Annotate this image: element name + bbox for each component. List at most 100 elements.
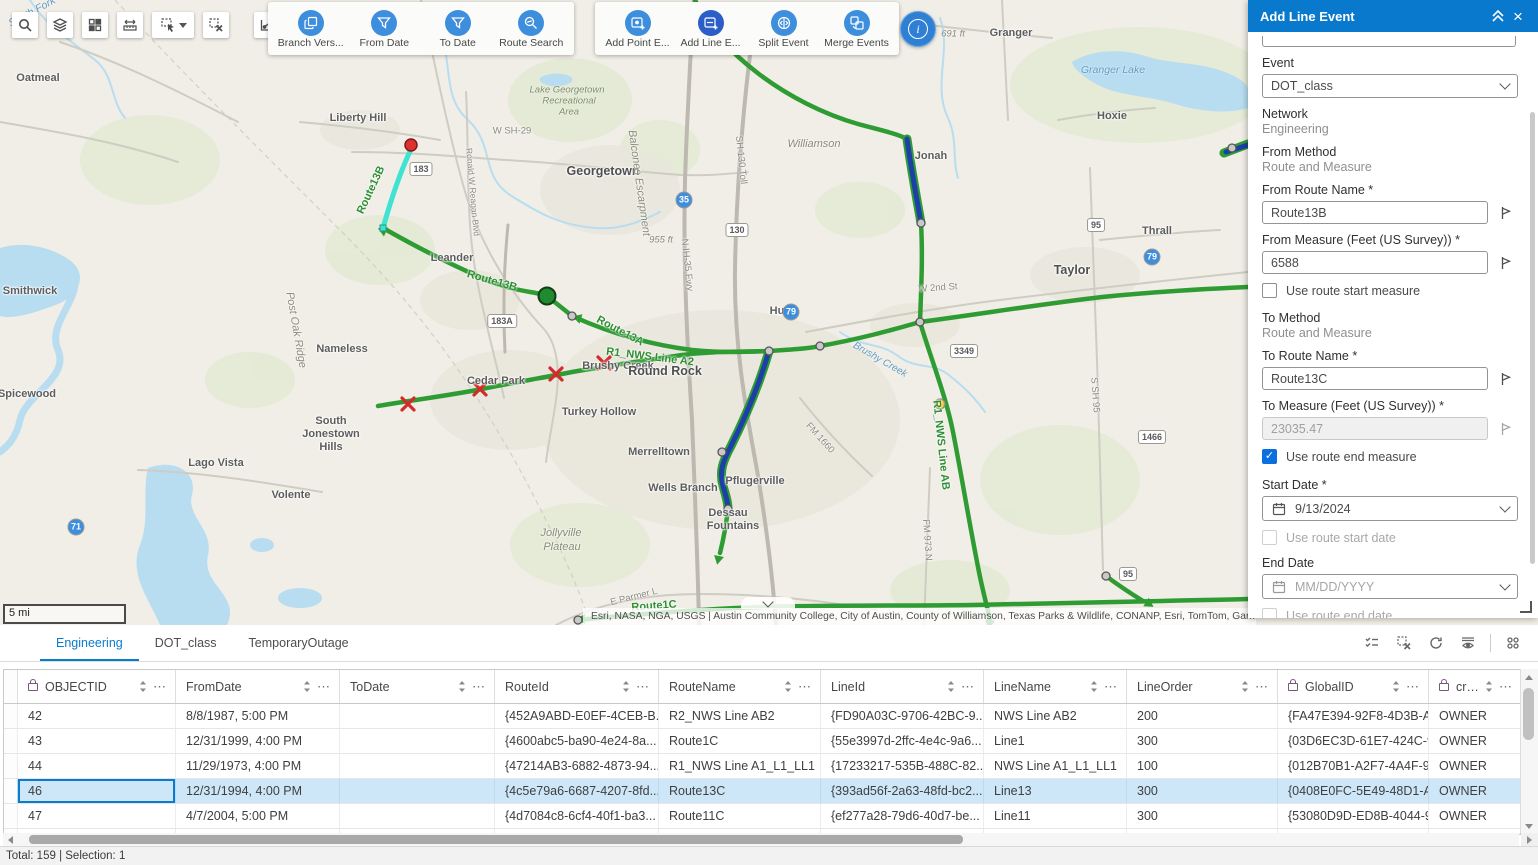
table-cell[interactable]: 12/31/1999, 4:00 PM <box>176 729 340 753</box>
clear-selection-button[interactable] <box>203 12 229 38</box>
route-search-button[interactable]: Route Search <box>496 8 566 49</box>
table-vertical-scrollbar[interactable] <box>1520 669 1538 833</box>
scrollbar-corner[interactable] <box>1521 833 1538 846</box>
sort-icon[interactable] <box>1237 680 1253 693</box>
column-header-todate[interactable]: ToDate⋯ <box>340 670 495 703</box>
table-cell[interactable]: {FA47E394-92F8-4D3B-A... <box>1278 704 1429 728</box>
column-header-linename[interactable]: LineName⋯ <box>984 670 1127 703</box>
use-route-end-measure-checkbox[interactable]: ✓ <box>1262 449 1277 464</box>
tab-temporaryoutage[interactable]: TemporaryOutage <box>233 625 365 661</box>
sort-icon[interactable] <box>135 680 151 693</box>
table-cell[interactable]: {03D6EC3D-61E7-424C-9... <box>1278 729 1429 753</box>
table-cell[interactable] <box>340 704 495 728</box>
table-cell[interactable]: {55e3997d-2ffc-4e4c-9a6... <box>821 729 984 753</box>
table-cell[interactable]: OWNER <box>1429 729 1521 753</box>
table-row[interactable]: 4411/29/1973, 4:00 PM{47214AB3-6882-4873… <box>4 754 1520 779</box>
scrolled-field-partial[interactable] <box>1262 36 1516 47</box>
table-cell[interactable] <box>340 779 495 803</box>
from-measure-input[interactable]: 6588 <box>1262 251 1488 274</box>
table-cell[interactable]: {012B70B1-A2F7-4A4F-96... <box>1278 754 1429 778</box>
sort-icon[interactable] <box>454 680 470 693</box>
table-cell[interactable]: OWNER <box>1429 804 1521 828</box>
start-date-select[interactable]: 9/13/2024 <box>1262 496 1518 521</box>
column-header-fromdate[interactable]: FromDate⋯ <box>176 670 340 703</box>
from-route-name-input[interactable]: Route13B <box>1262 201 1488 224</box>
event-select[interactable]: DOT_class <box>1262 74 1518 98</box>
table-cell[interactable]: 300 <box>1127 804 1278 828</box>
column-menu-icon[interactable]: ⋯ <box>1102 679 1126 695</box>
column-header-objectid[interactable]: OBJECTID⋯ <box>18 670 176 703</box>
column-menu-icon[interactable]: ⋯ <box>470 679 494 695</box>
table-cell[interactable]: NWS Line AB2 <box>984 704 1127 728</box>
table-cell[interactable]: {0408E0FC-5E49-48D1-A... <box>1278 779 1429 803</box>
table-cell[interactable]: {17233217-535B-488C-82... <box>821 754 984 778</box>
options-grid-button[interactable] <box>1500 630 1526 656</box>
sort-icon[interactable] <box>1388 680 1404 693</box>
table-cell[interactable]: 8/8/1987, 5:00 PM <box>176 704 340 728</box>
use-route-end-date-checkbox[interactable] <box>1262 608 1277 618</box>
pick-from-route-on-map-icon[interactable] <box>1498 205 1514 221</box>
collapse-panel-button[interactable] <box>1488 6 1508 26</box>
table-cell[interactable]: 300 <box>1127 779 1278 803</box>
table-cell[interactable]: NWS Line A1_L1_LL1 <box>984 754 1127 778</box>
search-button[interactable] <box>12 12 38 38</box>
add-point-event-button[interactable]: Add Point E... <box>603 8 673 49</box>
column-header-lineid[interactable]: LineId⋯ <box>821 670 984 703</box>
table-cell[interactable]: {4c5e79a6-6687-4207-8fd... <box>495 779 659 803</box>
table-cell[interactable]: R1_NWS Line A1_L1_LL1 <box>659 754 821 778</box>
tab-engineering[interactable]: Engineering <box>40 625 139 661</box>
table-cell[interactable]: 43 <box>18 729 176 753</box>
table-cell[interactable]: Line1 <box>984 729 1127 753</box>
sort-icon[interactable] <box>299 680 315 693</box>
merge-events-button[interactable]: Merge Events <box>822 8 892 49</box>
panel-resize-handle[interactable] <box>1520 601 1532 613</box>
select-by-rectangle-button[interactable] <box>152 12 194 38</box>
table-cell[interactable]: 100 <box>1127 754 1278 778</box>
column-header-lineorder[interactable]: LineOrder⋯ <box>1127 670 1278 703</box>
column-menu-icon[interactable]: ⋯ <box>634 679 658 695</box>
close-panel-button[interactable]: × <box>1508 6 1528 26</box>
column-menu-icon[interactable]: ⋯ <box>1404 679 1428 695</box>
table-cell[interactable]: 12/31/1994, 4:00 PM <box>176 779 340 803</box>
table-cell[interactable] <box>340 754 495 778</box>
table-cell[interactable]: R2_NWS Line AB2 <box>659 704 821 728</box>
table-row[interactable]: 474/7/2004, 5:00 PM {4d7084c8-6cf4-40f1-b… <box>4 804 1520 829</box>
horizontal-scroll-thumb[interactable] <box>29 835 963 844</box>
table-cell[interactable]: {ef277a28-79d6-40d7-be... <box>821 804 984 828</box>
table-cell[interactable]: {4d7084c8-6cf4-40f1-ba3... <box>495 804 659 828</box>
table-cell[interactable]: {393ad56f-2a63-48fd-bc2... <box>821 779 984 803</box>
table-cell[interactable]: Route1C <box>659 729 821 753</box>
add-line-event-button[interactable]: Add Line E... <box>676 8 746 49</box>
sort-icon[interactable] <box>943 680 959 693</box>
column-menu-icon[interactable]: ⋯ <box>1497 679 1521 695</box>
to-date-button[interactable]: To Date <box>423 8 493 49</box>
table-cell[interactable]: Route11C <box>659 804 821 828</box>
table-cell[interactable]: Line11 <box>984 804 1127 828</box>
table-cell[interactable] <box>340 729 495 753</box>
table-cell[interactable]: 47 <box>18 804 176 828</box>
table-cell[interactable]: 44 <box>18 754 176 778</box>
column-menu-icon[interactable]: ⋯ <box>315 679 339 695</box>
use-route-start-date-checkbox[interactable] <box>1262 530 1277 545</box>
column-menu-icon[interactable]: ⋯ <box>959 679 983 695</box>
table-cell[interactable]: 42 <box>18 704 176 728</box>
table-cell[interactable]: OWNER <box>1429 779 1521 803</box>
table-row[interactable]: 428/8/1987, 5:00 PM{452A9ABD-E0EF-4CEB-B… <box>4 704 1520 729</box>
table-cell[interactable]: 4/7/2004, 5:00 PM <box>176 804 340 828</box>
branch-versions-button[interactable]: Branch Vers... <box>276 8 346 49</box>
to-route-name-input[interactable]: Route13C <box>1262 367 1488 390</box>
table-cell[interactable]: 11/29/1973, 4:00 PM <box>176 754 340 778</box>
info-button[interactable]: i <box>900 11 936 47</box>
sort-icon[interactable] <box>618 680 634 693</box>
pick-to-route-on-map-icon[interactable] <box>1498 371 1514 387</box>
from-date-button[interactable]: From Date <box>349 8 419 49</box>
column-menu-icon[interactable]: ⋯ <box>1253 679 1277 695</box>
column-menu-icon[interactable]: ⋯ <box>796 679 820 695</box>
table-cell[interactable]: Route13C <box>659 779 821 803</box>
pick-to-measure-on-map-icon[interactable] <box>1498 421 1514 437</box>
panel-scrollbar[interactable] <box>1530 112 1535 564</box>
table-cell[interactable] <box>340 804 495 828</box>
column-header-routeid[interactable]: RouteId⋯ <box>495 670 659 703</box>
end-date-select[interactable]: MM/DD/YYYY <box>1262 574 1518 599</box>
vertical-scroll-thumb[interactable] <box>1523 688 1534 740</box>
